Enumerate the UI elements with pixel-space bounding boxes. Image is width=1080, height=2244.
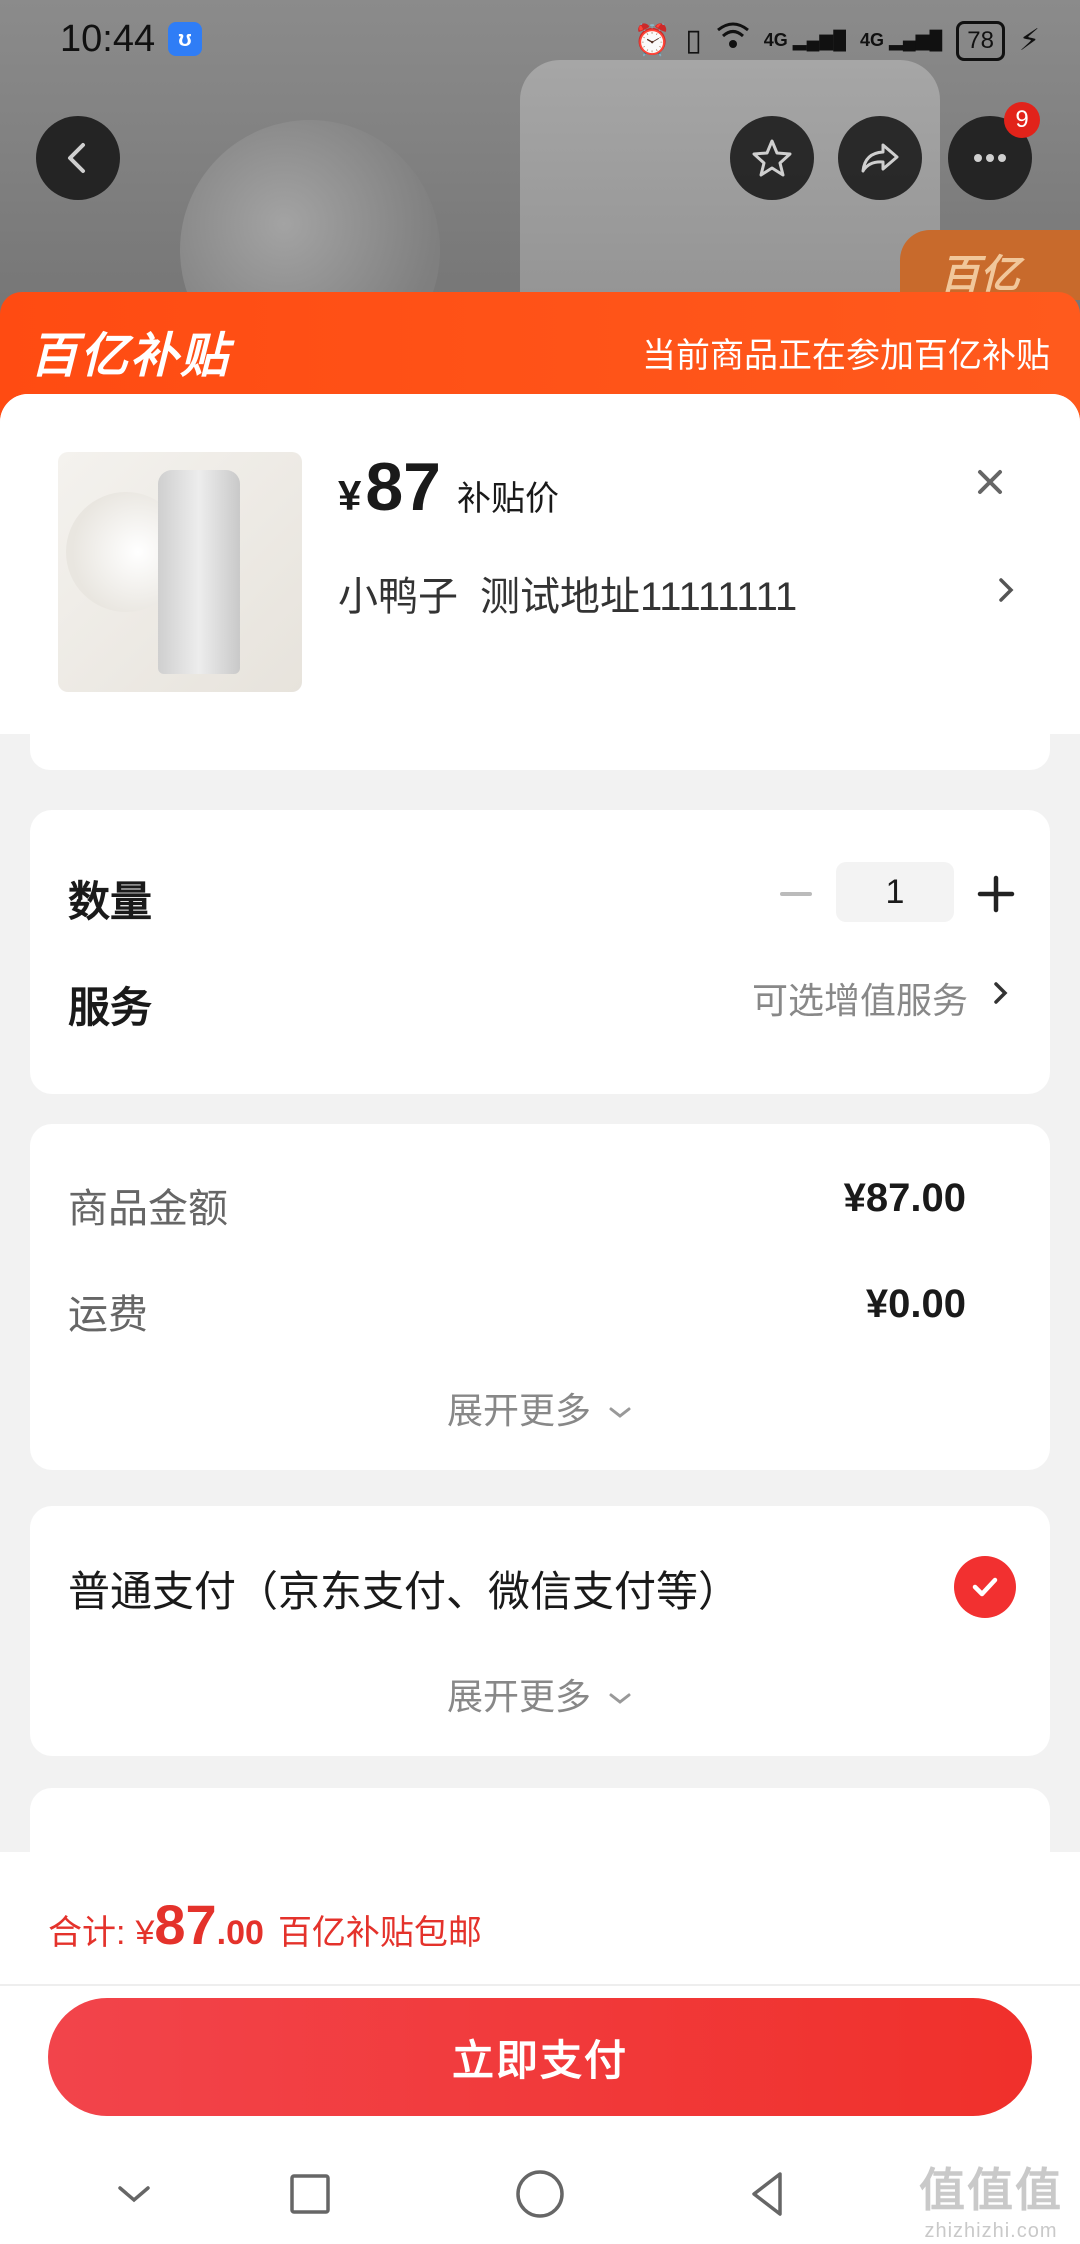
product-price: ¥ 87 补贴价 [338,448,559,526]
quantity-stepper[interactable]: 1 [836,862,954,922]
total-label: 合计: [48,1914,126,1952]
back-arrow-icon [68,143,85,173]
close-icon[interactable] [966,458,1014,506]
nav-home-icon[interactable] [512,2166,568,2222]
alarm-icon: ⏰ [633,23,672,57]
payment-selected-check[interactable] [954,1556,1016,1618]
favorite-button[interactable] [730,116,814,200]
chevron-right-icon [994,982,1008,1004]
signal-4g-icon: 4G ▂▄▆█ [763,30,846,50]
chevron-down-icon [609,1693,631,1705]
checkmark-icon [972,1577,998,1597]
system-nav-bar: 值值值 zhizhizhi.com [0,2142,1080,2244]
delivery-address-row[interactable]: 小鸭子 测试地址11111111 [338,564,797,622]
subsidy-corner-badge: 百亿 [900,230,1080,300]
network-label-b: 4G [860,30,885,50]
chevron-down-icon [609,1407,631,1419]
more-menu-button[interactable]: 9 [948,102,1040,200]
amount-card: 商品金额 ¥87.00 运费 ¥0.00 展开更多 [30,1124,1050,1470]
expand-more-amounts[interactable]: 展开更多 [30,1382,1050,1434]
shipping-value: ¥0.00 [865,1282,966,1326]
total-symbol: ¥ [135,1914,155,1952]
payment-method-label[interactable]: 普通支付（京东支付、微信支付等） [68,1558,740,1619]
quantity-label: 数量 [68,878,153,925]
total-decimal: .00 [216,1914,264,1952]
subsidy-logo: 百亿补贴 [30,330,231,383]
expand-more-label: 展开更多 [446,1676,591,1717]
status-time: 10:44 [60,18,156,60]
goods-amount-label: 商品金额 [68,1187,228,1231]
back-button[interactable] [36,116,120,200]
site-watermark: 值值值 zhizhizhi.com [916,2154,1066,2243]
total-amount: 合计: ¥ 87 .00 百亿补贴包邮 [48,1892,482,1957]
service-label: 服务 [68,984,153,1031]
payment-method-card: 普通支付（京东支付、微信支付等） 展开更多 [30,1506,1050,1756]
share-icon [861,143,899,173]
increase-button[interactable] [976,874,1016,914]
nav-recents-icon[interactable] [282,2166,338,2222]
thumb-tube [158,470,240,674]
chevron-right-icon [999,578,1014,602]
expand-more-label: 展开更多 [446,1390,591,1431]
total-integer: 87 [154,1893,217,1956]
wifi-icon [716,20,750,61]
product-card-bottom-edge [30,724,1050,770]
decrease-button[interactable] [778,876,814,912]
battery-indicator: 78 [956,20,1005,61]
goods-amount-value: ¥87.00 [843,1176,966,1220]
vibrate-icon: ▯ [685,23,702,57]
next-section-card [30,1788,1050,1854]
nav-collapse-icon[interactable] [106,2166,162,2222]
nav-back-icon[interactable] [740,2166,796,2222]
address-text: 测试地址11111111 [480,575,798,619]
recipient-name: 小鸭子 [338,575,458,619]
product-summary: ¥ 87 补贴价 小鸭子 测试地址11111111 [0,394,1080,734]
status-bar: 10:44 ʊ ⏰ ▯ 4G ▂▄▆█ 4G ▂▄▆█ 78 ⚡ [0,0,1080,84]
checkout-sheet: ¥ 87 补贴价 小鸭子 测试地址11111111 数量 1 服务 可选增值服务 … [0,394,1080,1854]
more-dots-icon [974,154,1006,162]
price-symbol: ¥ [338,472,362,519]
watermark-logo: 值值值 [919,2164,1063,2216]
price-tag: 补贴价 [457,480,559,518]
message-count-badge: 9 [1004,102,1040,138]
share-button[interactable] [838,116,922,200]
signal-4g-icon-2: 4G ▂▄▆█ [860,30,943,50]
pay-now-button[interactable]: 立即支付 [48,1998,1032,2116]
service-options-link[interactable]: 可选增值服务 [752,972,968,1024]
total-note: 百亿补贴包邮 [277,1914,482,1952]
app-notification-icon: ʊ [168,22,202,56]
charging-icon: ⚡ [1018,23,1040,57]
shipping-label: 运费 [68,1293,148,1337]
product-thumbnail [58,452,302,692]
watermark-url: zhizhizhi.com [924,2220,1058,2242]
subsidy-notice: 当前商品正在参加百亿补贴 [642,337,1050,375]
checkout-footer: 合计: ¥ 87 .00 百亿补贴包邮 立即支付 [0,1852,1080,2142]
network-label-a: 4G [763,30,788,50]
quantity-service-card: 数量 1 服务 可选增值服务 [30,810,1050,1094]
status-icons: ⏰ ▯ 4G ▂▄▆█ 4G ▂▄▆█ 78 ⚡ [634,20,1040,61]
star-icon [752,139,792,177]
price-value: 87 [365,449,441,525]
footer-divider [0,1984,1080,1986]
expand-more-payment[interactable]: 展开更多 [30,1668,1050,1720]
